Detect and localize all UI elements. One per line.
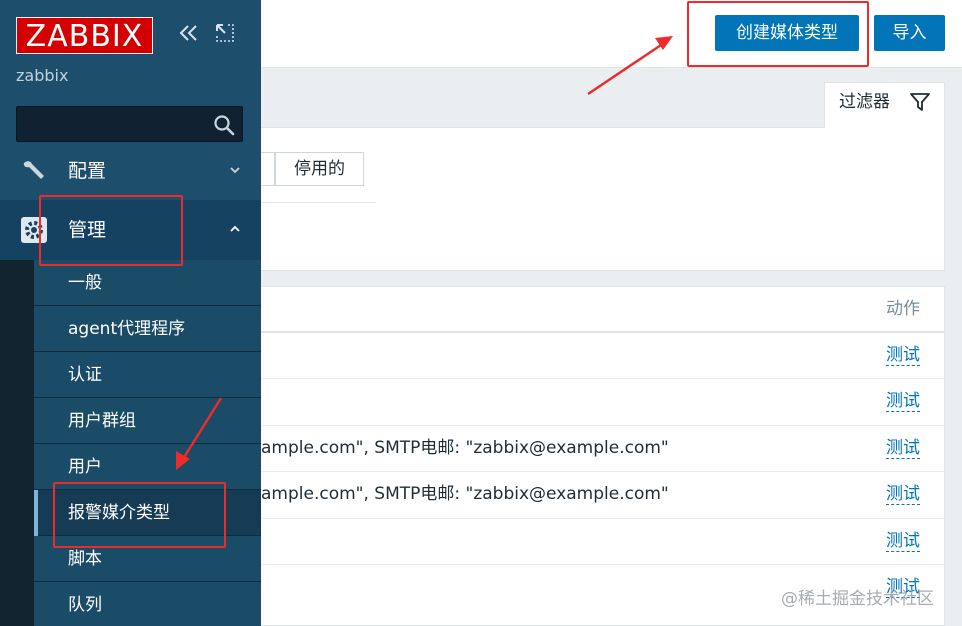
sidebar-search <box>16 106 243 142</box>
annotation-box-create-button <box>687 1 869 67</box>
collapse-sidebar-icon[interactable] <box>178 22 200 44</box>
search-icon[interactable] <box>212 113 236 137</box>
submenu-item-user-groups[interactable]: 用户群组 <box>34 398 261 444</box>
submenu-item-general[interactable]: 一般 <box>34 260 261 306</box>
table-row: 测试 <box>261 379 945 426</box>
column-header-actions[interactable]: 动作 <box>886 287 920 331</box>
test-link[interactable]: 测试 <box>886 519 920 552</box>
watermark: @稀土掘金技术社区 <box>781 589 934 609</box>
username: zabbix <box>16 66 69 85</box>
filter-tab-label: 过滤器 <box>839 92 890 112</box>
submenu-item-authentication[interactable]: 认证 <box>34 352 261 398</box>
sidebar-item-config[interactable]: 配置 <box>0 141 261 201</box>
test-link[interactable]: 测试 <box>886 379 920 413</box>
filter-icon <box>910 93 930 111</box>
annotation-box-media-types <box>53 482 226 548</box>
test-link[interactable]: 测试 <box>886 472 920 506</box>
import-button[interactable]: 导入 <box>874 15 945 51</box>
zabbix-logo[interactable]: ZABBIX <box>16 17 153 54</box>
row-details: ample.com", SMTP电邮: "zabbix@example.com" <box>261 484 669 505</box>
row-details: ample.com", SMTP电邮: "zabbix@example.com" <box>261 437 669 458</box>
table-row: 测试 <box>261 333 945 380</box>
test-link[interactable]: 测试 <box>886 426 920 459</box>
filter-divider <box>261 202 376 203</box>
status-option-disabled[interactable]: 停用的 <box>275 152 364 186</box>
table-row: ample.com", SMTP电邮: "zabbix@example.com"… <box>261 426 945 473</box>
admin-submenu: 一般 agent代理程序 认证 用户群组 用户 报警媒介类型 脚本 队列 <box>34 260 261 626</box>
table-row: 测试 <box>261 519 945 565</box>
submenu-item-queue[interactable]: 队列 <box>34 582 261 626</box>
status-option-enabled[interactable] <box>261 152 275 186</box>
filter-tab[interactable]: 过滤器 <box>824 82 945 128</box>
kiosk-mode-icon[interactable] <box>214 22 236 44</box>
submenu-item-proxies[interactable]: agent代理程序 <box>34 306 261 352</box>
wrench-icon <box>23 161 44 179</box>
table-row: ample.com", SMTP电邮: "zabbix@example.com"… <box>261 472 945 519</box>
chevron-down-icon <box>230 167 240 174</box>
sidebar-search-input[interactable] <box>17 107 207 141</box>
test-link[interactable]: 测试 <box>886 333 920 366</box>
media-types-table: 动作 测试 测试 ample.com", SMTP电邮: "zabbix@exa… <box>261 286 945 626</box>
filter-panel <box>261 127 945 271</box>
sidebar-item-label: 配置 <box>68 160 107 182</box>
annotation-box-admin <box>39 195 183 266</box>
chevron-up-icon <box>230 225 240 232</box>
